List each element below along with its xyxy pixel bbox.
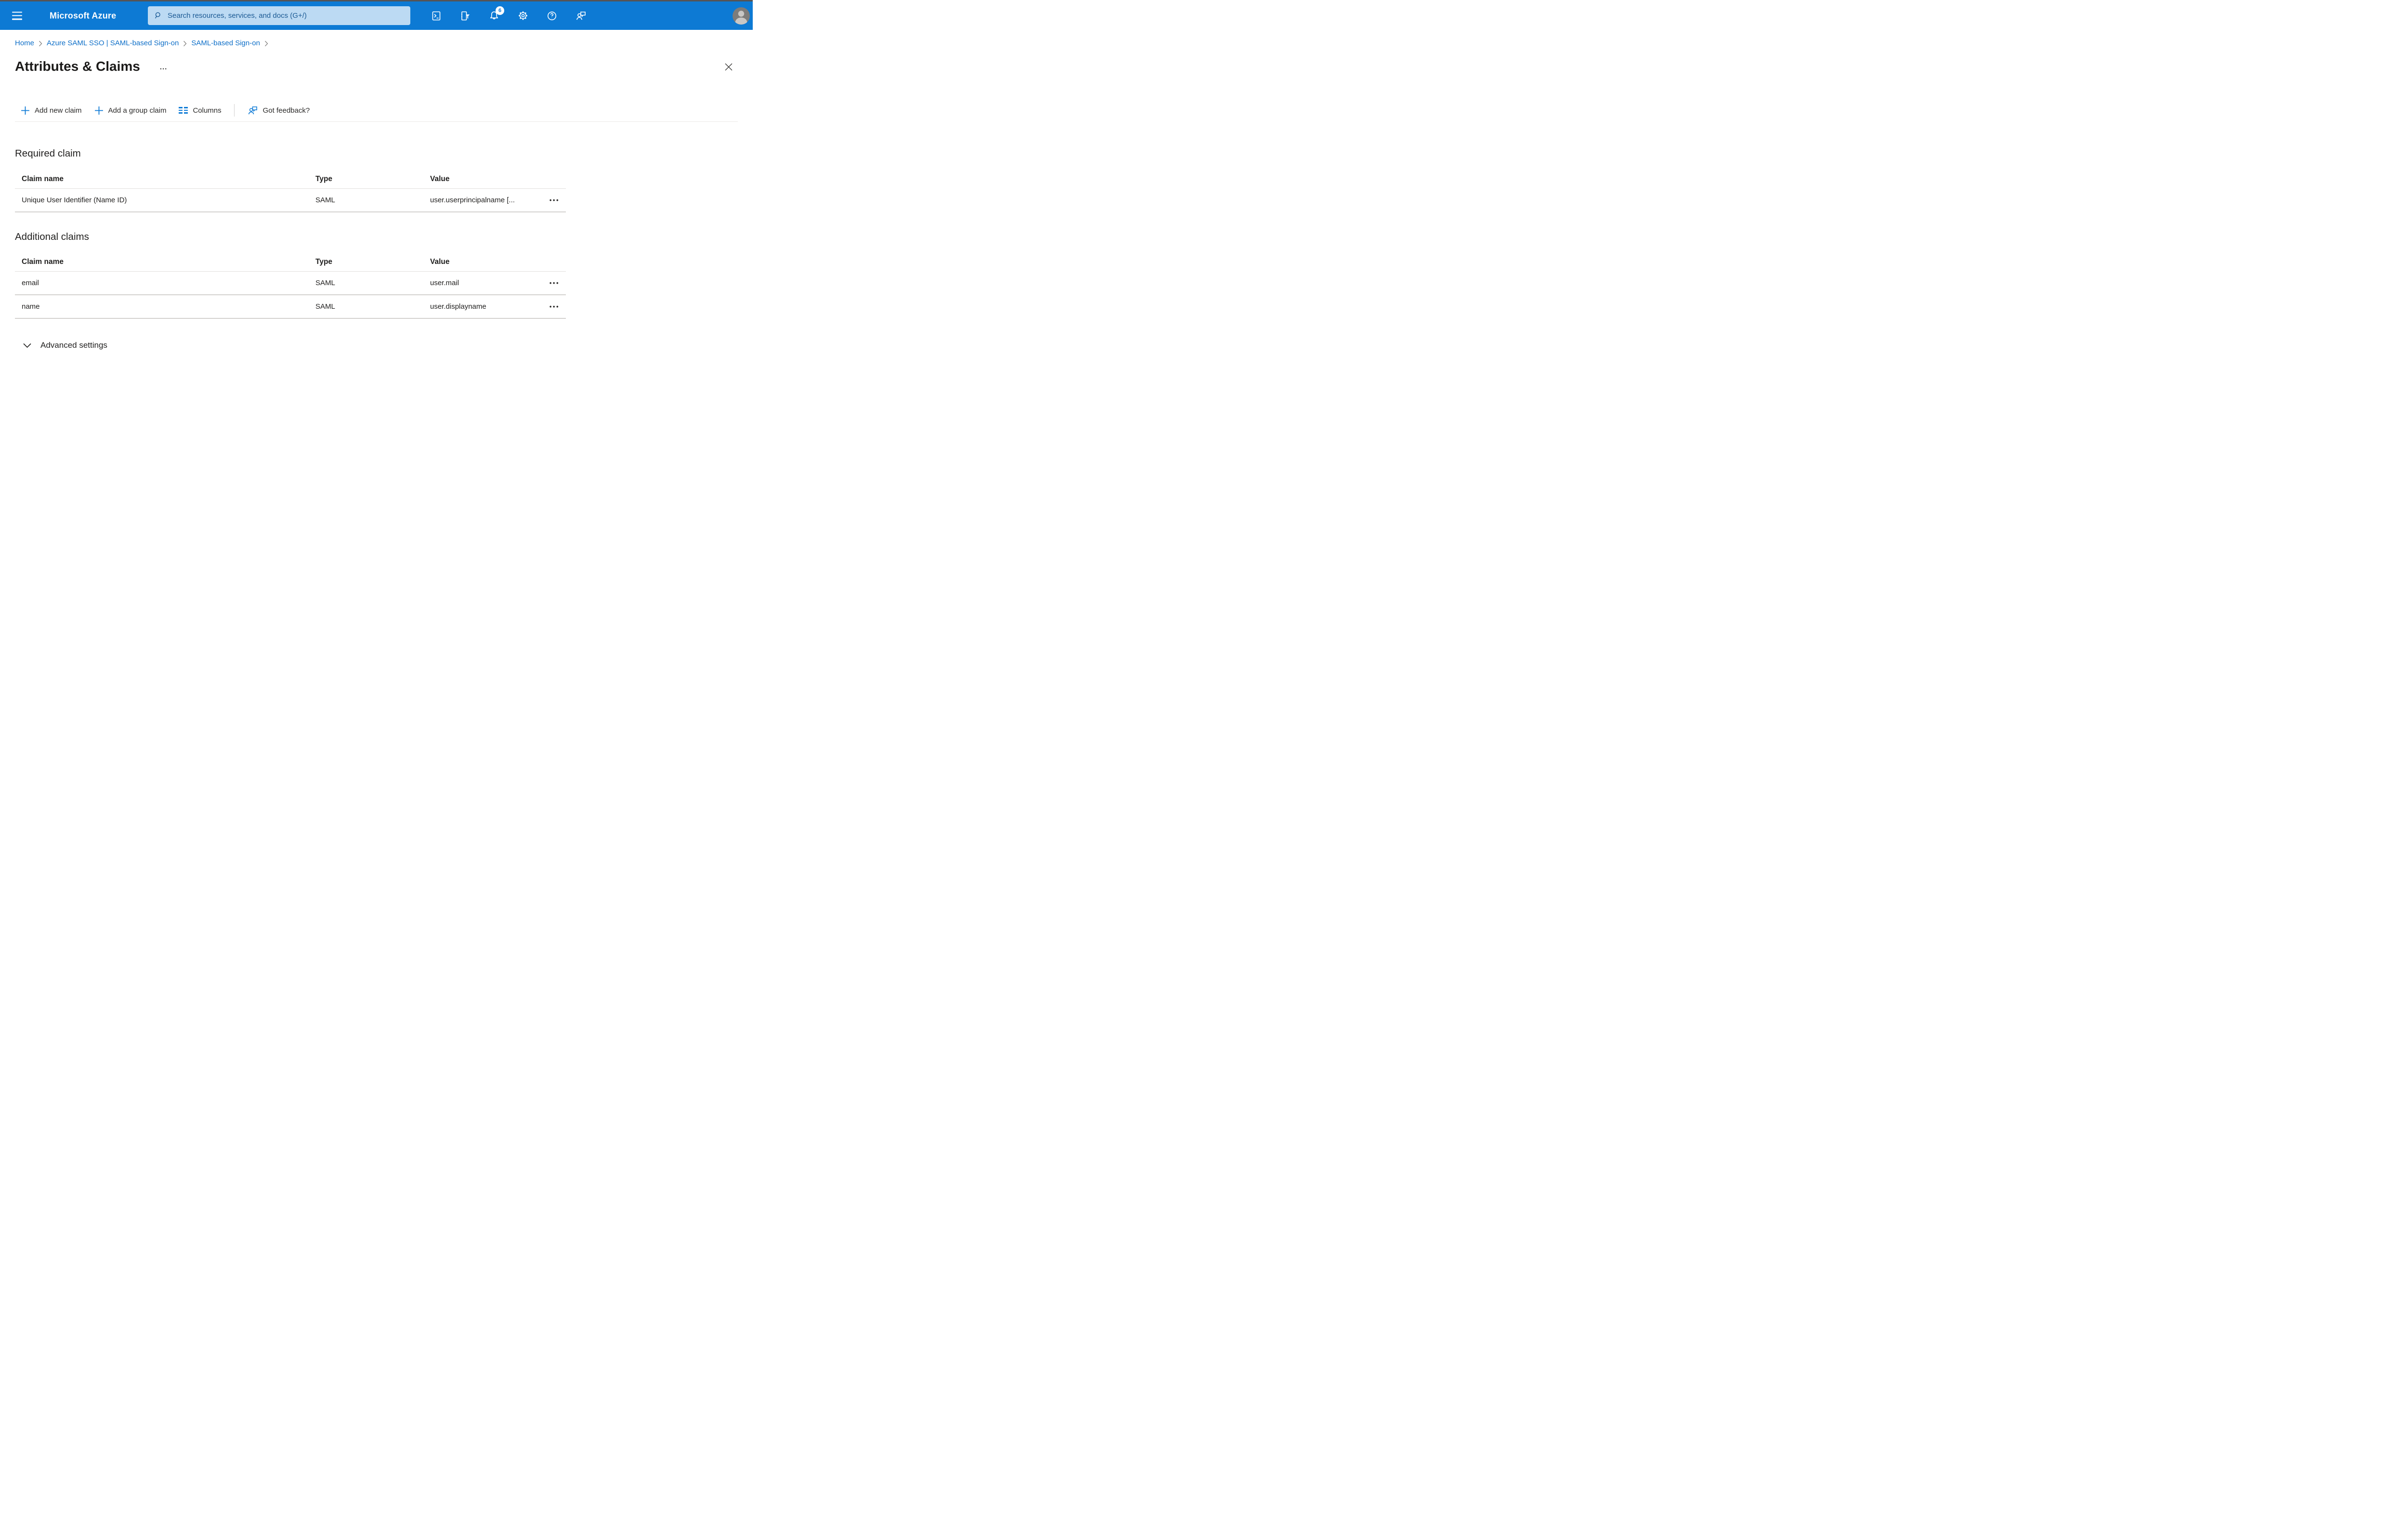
table-header-row: Claim name Type Value xyxy=(15,253,566,272)
command-bar: Add new claim Add a group claim Columns … xyxy=(21,103,753,118)
claim-value-cell: user.userprincipalname [... xyxy=(430,196,515,204)
columns-label: Columns xyxy=(193,106,222,115)
additional-claims-table: Claim name Type Value email SAML user.ma… xyxy=(15,253,566,319)
directory-filter-icon[interactable] xyxy=(459,10,471,22)
table-header-row: Claim name Type Value xyxy=(15,170,566,189)
account-avatar[interactable] xyxy=(733,7,750,25)
help-icon[interactable] xyxy=(546,10,558,22)
chevron-down-icon xyxy=(23,343,31,348)
claim-name-cell: name xyxy=(22,302,40,311)
azure-top-bar: Microsoft Azure 6 xyxy=(0,1,753,30)
search-icon xyxy=(155,12,160,19)
settings-gear-icon[interactable] xyxy=(517,10,529,22)
required-claim-heading: Required claim xyxy=(15,148,81,159)
table-row[interactable]: name SAML user.displayname ••• xyxy=(15,295,566,319)
breadcrumb-separator-icon xyxy=(264,40,268,47)
got-feedback-label: Got feedback? xyxy=(262,106,310,115)
plus-icon xyxy=(21,106,29,115)
got-feedback-button[interactable]: Got feedback? xyxy=(247,105,310,116)
required-claim-table: Claim name Type Value Unique User Identi… xyxy=(15,170,566,212)
more-options-button[interactable]: ... xyxy=(160,64,168,71)
close-blade-icon[interactable] xyxy=(724,63,733,71)
column-header-value: Value xyxy=(430,258,450,266)
claim-type-cell: SAML xyxy=(315,302,335,311)
column-header-claim-name: Claim name xyxy=(22,258,64,266)
cloud-shell-icon[interactable] xyxy=(431,10,442,22)
claim-type-cell: SAML xyxy=(315,196,335,204)
add-new-claim-label: Add new claim xyxy=(35,106,82,115)
breadcrumb-saml-sign-on[interactable]: SAML-based Sign-on xyxy=(191,39,260,48)
advanced-settings-toggle[interactable]: Advanced settings xyxy=(23,341,753,350)
claim-value-cell: user.mail xyxy=(430,279,459,287)
columns-button[interactable]: Columns xyxy=(179,106,222,115)
plus-icon xyxy=(94,106,103,115)
additional-claims-heading: Additional claims xyxy=(15,231,89,242)
add-group-claim-button[interactable]: Add a group claim xyxy=(94,106,167,115)
notifications-bell-icon[interactable]: 6 xyxy=(488,6,504,22)
column-header-type: Type xyxy=(315,175,333,183)
advanced-settings-label: Advanced settings xyxy=(40,341,107,350)
column-header-type: Type xyxy=(315,258,333,266)
column-header-value: Value xyxy=(430,175,450,183)
search-input[interactable] xyxy=(167,11,410,20)
table-row[interactable]: Unique User Identifier (Name ID) SAML us… xyxy=(15,189,566,212)
notification-badge: 6 xyxy=(496,6,504,15)
row-context-menu-icon[interactable]: ••• xyxy=(550,303,566,310)
breadcrumb-home[interactable]: Home xyxy=(15,39,34,48)
global-search xyxy=(148,6,410,25)
toolbar-divider xyxy=(234,104,235,117)
breadcrumb-separator-icon xyxy=(183,40,187,47)
breadcrumb: Home Azure SAML SSO | SAML-based Sign-on… xyxy=(15,39,753,48)
feedback-icon[interactable] xyxy=(575,10,587,22)
breadcrumb-separator-icon xyxy=(39,40,42,47)
hamburger-menu-icon[interactable] xyxy=(12,10,22,22)
page-title: Attributes & Claims xyxy=(15,59,140,74)
table-row[interactable]: email SAML user.mail ••• xyxy=(15,272,566,295)
topbar-icon-group: 6 xyxy=(431,1,587,30)
page-header: Attributes & Claims ... xyxy=(15,57,753,76)
columns-icon xyxy=(179,107,188,114)
add-new-claim-button[interactable]: Add new claim xyxy=(21,106,82,115)
toolbar-rule xyxy=(15,121,738,122)
claim-value-cell: user.displayname xyxy=(430,302,486,311)
product-logo[interactable]: Microsoft Azure xyxy=(50,11,116,21)
add-group-claim-label: Add a group claim xyxy=(108,106,167,115)
row-context-menu-icon[interactable]: ••• xyxy=(550,280,566,286)
feedback-icon xyxy=(248,106,257,114)
claim-name-cell: Unique User Identifier (Name ID) xyxy=(22,196,127,204)
claim-name-cell: email xyxy=(22,279,39,287)
column-header-claim-name: Claim name xyxy=(22,175,64,183)
breadcrumb-app-sign-on[interactable]: Azure SAML SSO | SAML-based Sign-on xyxy=(47,39,179,48)
claim-type-cell: SAML xyxy=(315,279,335,287)
row-context-menu-icon[interactable]: ••• xyxy=(550,197,566,203)
